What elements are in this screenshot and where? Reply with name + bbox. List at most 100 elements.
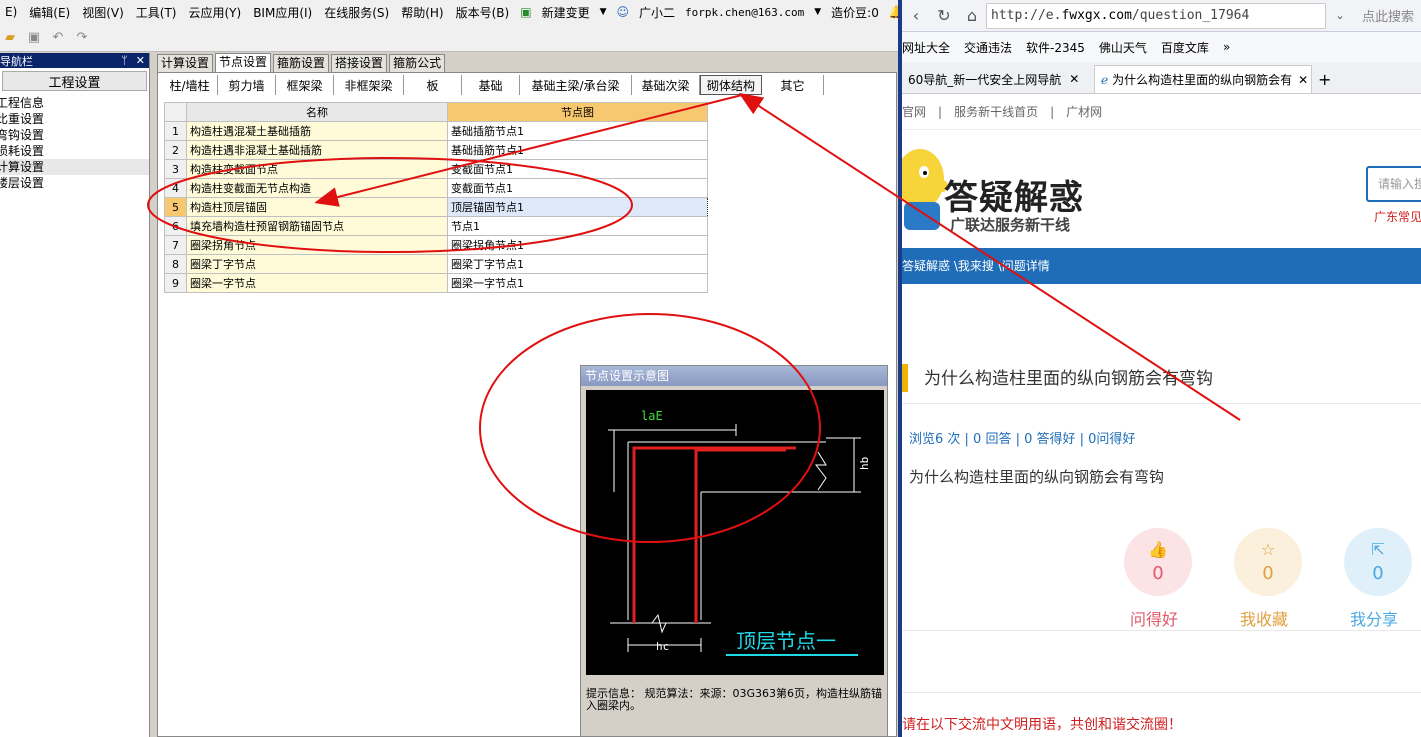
table-row[interactable]: 7 圈梁拐角节点 圈梁拐角节点1	[164, 235, 708, 255]
fav-item-wenku[interactable]: 百度文库	[1161, 39, 1209, 56]
favorite-label[interactable]: 我收藏	[1240, 606, 1288, 630]
browser-tab-question[interactable]: ℯ 为什么构造柱里面的纵向钢筋会有 ✕	[1094, 65, 1312, 93]
row-node[interactable]: 基础插筋节点1	[447, 121, 708, 141]
tab-stirrup-settings[interactable]: 箍筋设置	[273, 54, 330, 72]
save-icon[interactable]: ▣	[24, 28, 44, 48]
close-icon[interactable]: ✕	[136, 54, 145, 67]
row-node[interactable]: 圈梁一字节点1	[447, 273, 708, 293]
question-stats: 浏览6 次 | 0 回答 | 0 答得好 | 0问得好	[909, 432, 1136, 447]
menu-edit[interactable]: 编辑(E)	[22, 4, 77, 21]
fav-item-sites[interactable]: 网址大全	[902, 39, 950, 56]
table-row[interactable]: 1 构造柱遇混凝土基础插筋 基础插筋节点1	[164, 121, 708, 141]
tab-stirrup-formula[interactable]: 箍筋公式	[389, 54, 446, 72]
header-name[interactable]: 名称	[186, 102, 448, 122]
nav-item-calc[interactable]: 计算设置	[0, 159, 149, 175]
menu-version[interactable]: 版本号(B)	[449, 4, 517, 21]
share-count: 0	[1372, 563, 1384, 584]
tab-foundation-secondary-beam[interactable]: 基础次梁	[632, 75, 700, 95]
node-table: 名称 节点图 1 构造柱遇混凝土基础插筋 基础插筋节点1 2 构造柱遇非混凝土基…	[164, 102, 708, 293]
hot-question-link[interactable]: 广东常见	[1374, 208, 1421, 225]
menu-tools[interactable]: 工具(T)	[129, 4, 184, 21]
tab-close-icon[interactable]: ✕	[1298, 73, 1308, 87]
assistant-icon: ☺	[616, 5, 630, 19]
row-node[interactable]: 基础插筋节点1	[447, 140, 708, 160]
undo-icon[interactable]: ↶	[48, 28, 68, 48]
dropdown-icon[interactable]: ⌄	[1326, 9, 1354, 22]
pin-icon[interactable]: ᛘ	[121, 54, 128, 67]
row-node[interactable]: 顶层锚固节点1	[447, 197, 708, 217]
menu-view[interactable]: 视图(V)	[75, 4, 131, 21]
tab-lap-settings[interactable]: 搭接设置	[331, 54, 388, 72]
browser-tab-label: 为什么构造柱里面的纵向钢筋会有	[1112, 73, 1293, 87]
table-header: 名称 节点图	[164, 102, 708, 122]
good-question-label[interactable]: 问得好	[1130, 606, 1178, 630]
nav-section-title[interactable]: 工程设置	[2, 71, 147, 91]
row-node[interactable]: 圈梁拐角节点1	[447, 235, 708, 255]
url-field[interactable]: http://e. fwxgx.com/question_17964	[986, 2, 1326, 29]
nav-item-loss[interactable]: 损耗设置	[0, 143, 149, 159]
site-nav-official[interactable]: 官网	[902, 103, 926, 120]
table-row[interactable]: 8 圈梁丁字节点 圈梁丁字节点1	[164, 254, 708, 274]
fav-item-weather[interactable]: 佛山天气	[1099, 39, 1147, 56]
tab-foundation[interactable]: 基础	[462, 75, 520, 95]
menu-help[interactable]: 帮助(H)	[394, 4, 450, 21]
assistant-button[interactable]: 广小二	[639, 4, 675, 21]
tab-calc-settings[interactable]: 计算设置	[157, 54, 214, 72]
browser-tab-360[interactable]: 60导航_新一代安全上网导航 ✕	[902, 65, 1094, 93]
row-node[interactable]: 圈梁丁字节点1	[447, 254, 708, 274]
nav-item-project-info[interactable]: 工程信息	[0, 95, 149, 111]
site-nav-home[interactable]: 服务新干线首页	[954, 103, 1038, 120]
nav-item-floor[interactable]: 楼层设置	[0, 175, 149, 191]
back-icon[interactable]: ‹	[902, 6, 930, 25]
new-tab-button[interactable]: +	[1312, 65, 1337, 93]
table-row-selected[interactable]: 5 构造柱顶层锚固 顶层锚固节点1	[164, 197, 708, 217]
table-row[interactable]: 3 构造柱变截面节点 变截面节点1	[164, 159, 708, 179]
header-node[interactable]: 节点图	[447, 102, 708, 122]
refresh-icon[interactable]: ↻	[930, 6, 958, 25]
tab-masonry[interactable]: 砌体结构	[700, 75, 762, 95]
user-dropdown-icon[interactable]: ▼	[814, 7, 821, 17]
site-nav: 官网 | 服务新干线首页 | 广材网	[902, 94, 1421, 130]
tab-other[interactable]: 其它	[762, 75, 824, 95]
tab-slab[interactable]: 板	[404, 75, 462, 95]
tab-close-icon[interactable]: ✕	[1069, 72, 1079, 86]
redo-icon[interactable]: ↷	[72, 28, 92, 48]
more-icon[interactable]: »	[1223, 40, 1230, 54]
tab-foundation-main-beam[interactable]: 基础主梁/承台梁	[520, 75, 632, 95]
new-change-button[interactable]: 新建变更	[542, 4, 590, 21]
share-button[interactable]: ⇱ 0	[1344, 528, 1412, 596]
row-node[interactable]: 节点1	[447, 216, 708, 236]
fav-item-software[interactable]: 软件-2345	[1026, 39, 1085, 56]
open-folder-icon[interactable]: ▰	[0, 28, 20, 48]
share-label[interactable]: 我分享	[1350, 606, 1398, 630]
user-email[interactable]: forpk.chen@163.com	[685, 6, 804, 19]
nav-item-hook[interactable]: 弯钩设置	[0, 127, 149, 143]
browser-search-field[interactable]: 点此搜索	[1362, 6, 1414, 25]
table-row[interactable]: 6 填充墙构造柱预留钢筋锚固节点 节点1	[164, 216, 708, 236]
menu-online-service[interactable]: 在线服务(S)	[317, 4, 396, 21]
menu-bim[interactable]: BIM应用(I)	[246, 4, 319, 21]
fav-item-traffic[interactable]: 交通违法	[964, 39, 1012, 56]
row-node[interactable]: 变截面节点1	[447, 178, 708, 198]
menu-file[interactable]: E)	[0, 5, 24, 19]
ie-icon: ℯ	[1101, 72, 1109, 87]
home-icon[interactable]: ⌂	[958, 6, 986, 25]
tab-column[interactable]: 柱/墙柱	[162, 75, 218, 95]
breadcrumb[interactable]: 答疑解惑 \我来搜 \问题详情	[902, 248, 1421, 284]
table-row[interactable]: 9 圈梁一字节点 圈梁一字节点1	[164, 273, 708, 293]
favorite-button[interactable]: ☆ 0	[1234, 528, 1302, 596]
tab-shear-wall[interactable]: 剪力墙	[218, 75, 276, 95]
menu-cloud[interactable]: 云应用(Y)	[182, 4, 249, 21]
tab-non-frame-beam[interactable]: 非框架梁	[334, 75, 404, 95]
row-node[interactable]: 变截面节点1	[447, 159, 708, 179]
nav-item-density[interactable]: 比重设置	[0, 111, 149, 127]
table-row[interactable]: 4 构造柱变截面无节点构造 变截面节点1	[164, 178, 708, 198]
address-bar: ‹ ↻ ⌂ http://e. fwxgx.com/question_17964 …	[902, 0, 1421, 32]
table-row[interactable]: 2 构造柱遇非混凝土基础插筋 基础插筋节点1	[164, 140, 708, 160]
site-search-input[interactable]: 请输入搜	[1366, 166, 1421, 202]
tab-frame-beam[interactable]: 框架梁	[276, 75, 334, 95]
dropdown-icon[interactable]: ▼	[600, 7, 607, 17]
tab-node-settings[interactable]: 节点设置	[215, 53, 272, 73]
site-nav-material[interactable]: 广材网	[1066, 103, 1102, 120]
good-question-button[interactable]: 👍 0	[1124, 528, 1192, 596]
